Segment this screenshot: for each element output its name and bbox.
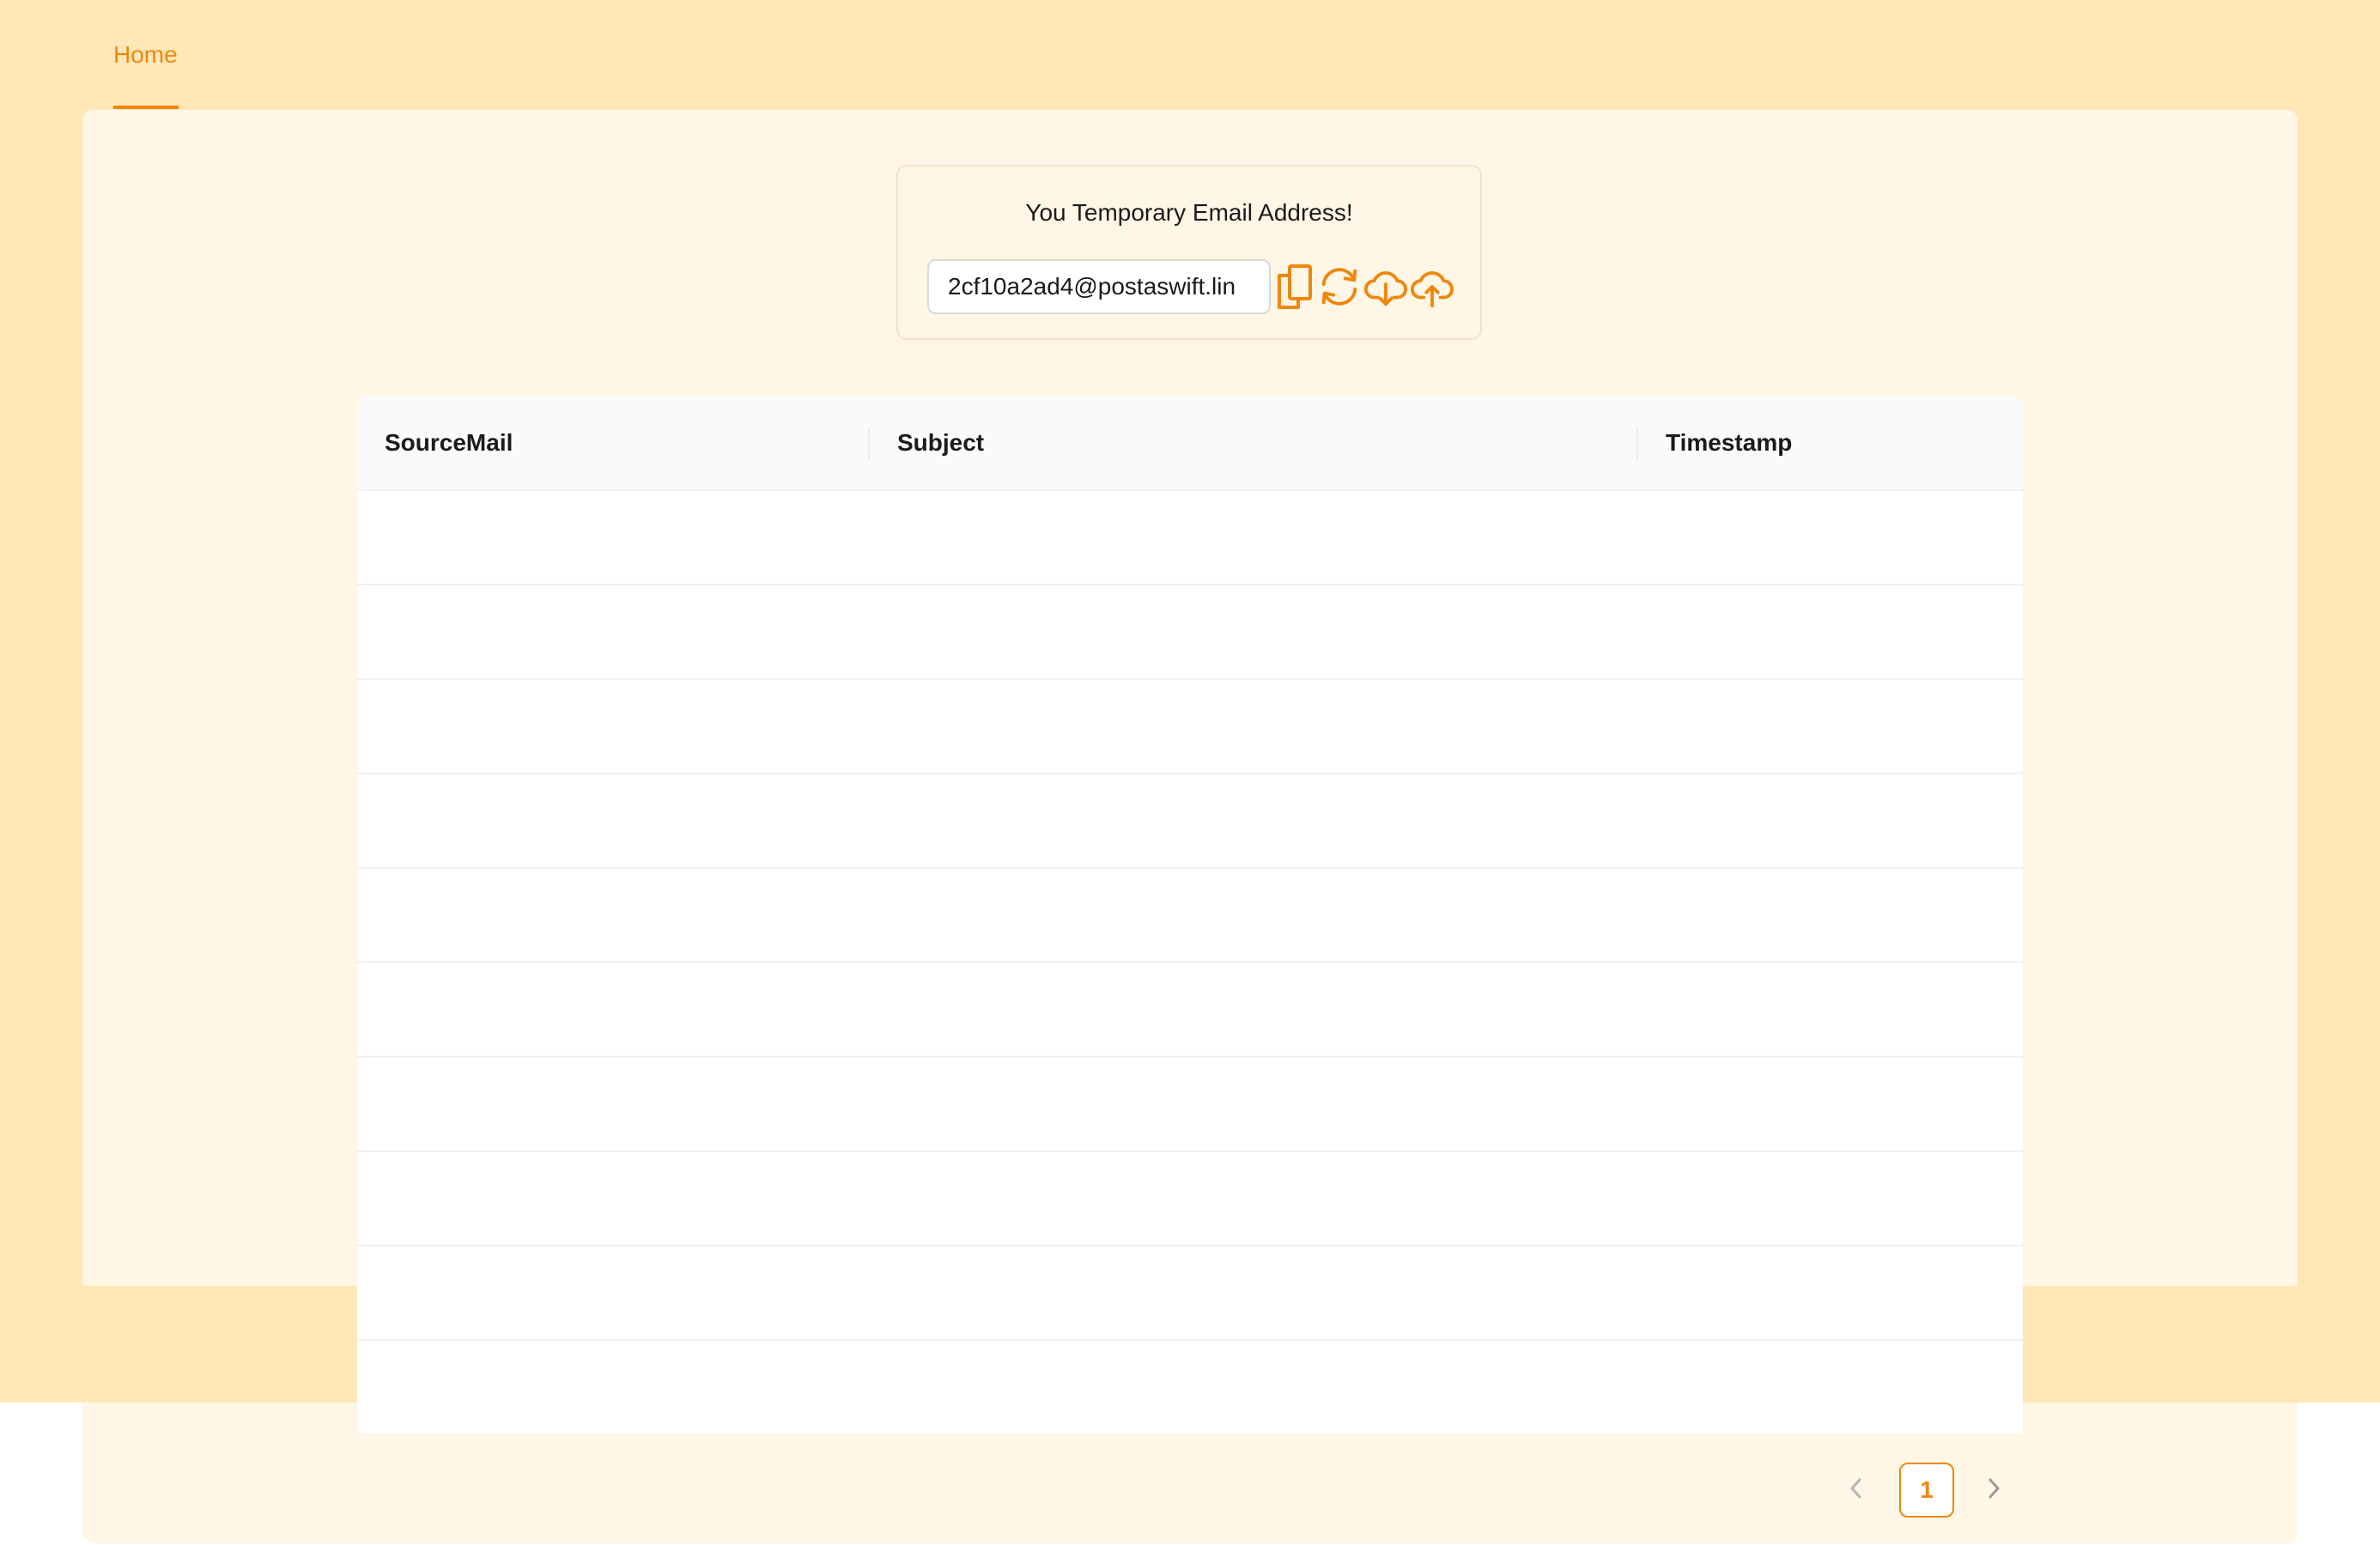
pagination-page-1[interactable]: 1 <box>1899 1463 1954 1518</box>
table-row <box>357 1246 2023 1341</box>
column-divider <box>868 427 870 460</box>
refresh-icon[interactable] <box>1317 263 1362 311</box>
column-header-sourcemail[interactable]: SourceMail <box>385 397 513 489</box>
temp-email-title: You Temporary Email Address! <box>1025 199 1353 226</box>
tab-home-active-indicator <box>113 106 179 109</box>
table-row <box>357 1341 2023 1433</box>
temp-email-panel: You Temporary Email Address! <box>896 165 1482 340</box>
table-row <box>357 869 2023 963</box>
table-row <box>357 963 2023 1057</box>
table-header: SourceMail Subject Timestamp <box>357 397 2023 491</box>
table-row <box>357 680 2023 774</box>
copy-icon[interactable] <box>1272 263 1317 311</box>
column-header-timestamp[interactable]: Timestamp <box>1666 397 1792 489</box>
column-divider <box>1636 427 1638 460</box>
inbox-table: SourceMail Subject Timestamp <box>357 397 2023 1433</box>
cloud-download-icon[interactable] <box>1363 263 1408 311</box>
chevron-right-icon <box>1985 1476 2002 1505</box>
table-row <box>357 585 2023 680</box>
table-row <box>357 1057 2023 1152</box>
table-row <box>357 491 2023 585</box>
chevron-left-icon <box>1848 1476 1865 1505</box>
pagination-next-button[interactable] <box>1976 1463 2011 1518</box>
column-header-subject[interactable]: Subject <box>897 397 984 489</box>
table-row <box>357 1152 2023 1246</box>
tab-home[interactable]: Home <box>113 38 178 72</box>
pagination-prev-button[interactable] <box>1839 1463 1873 1518</box>
cloud-upload-icon[interactable] <box>1410 263 1454 311</box>
table-row <box>357 774 2023 869</box>
temp-email-address-field[interactable] <box>927 259 1271 314</box>
